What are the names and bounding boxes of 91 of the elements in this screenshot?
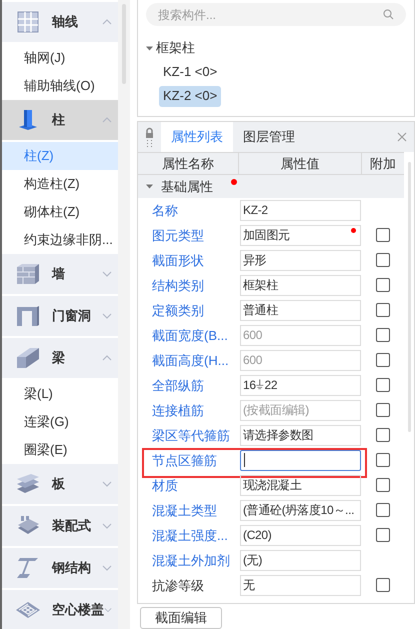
property-value-field[interactable]: (普通砼(坍落度10～... bbox=[240, 500, 361, 521]
steel-beam-icon bbox=[16, 557, 40, 579]
section-label: 轴线 bbox=[52, 13, 79, 32]
column-icon bbox=[17, 108, 39, 132]
property-value-field[interactable]: 加固图元 bbox=[240, 224, 361, 246]
property-value-field[interactable]: KZ-2 bbox=[240, 200, 361, 221]
property-name: 混凝土强度... bbox=[151, 526, 229, 545]
property-name: 截面高度(H... bbox=[151, 352, 230, 370]
door-frame-icon bbox=[16, 305, 40, 327]
checkbox[interactable] bbox=[376, 478, 390, 492]
search-field[interactable]: 搜索构件... bbox=[146, 3, 406, 26]
section-label: 空心楼盖 bbox=[52, 601, 104, 620]
property-name: 混凝土外加剂 bbox=[151, 552, 231, 570]
property-value-field[interactable]: 16⏚22 bbox=[240, 374, 361, 396]
checkbox[interactable] bbox=[376, 578, 390, 592]
property-value-field[interactable]: (C20) bbox=[240, 524, 361, 546]
tree-leaf[interactable]: KZ-2 <0> bbox=[159, 86, 222, 106]
sidebar-section-header[interactable]: 钢结构 bbox=[2, 548, 118, 588]
prefab-panel-icon bbox=[16, 515, 40, 537]
sidebar-section-header[interactable]: 柱 bbox=[2, 100, 118, 140]
checkbox[interactable] bbox=[376, 453, 390, 468]
sidebar-item[interactable]: 圈梁(E) bbox=[2, 436, 118, 464]
section-label: 墙 bbox=[52, 265, 66, 284]
caret-down-icon[interactable] bbox=[146, 44, 153, 52]
sidebar-item[interactable]: 构造柱(Z) bbox=[2, 170, 118, 198]
property-name: 混凝土类型 bbox=[151, 502, 218, 520]
brick-wall-icon bbox=[16, 263, 40, 285]
property-name: 梁区等代箍筋 bbox=[151, 426, 231, 445]
property-value-field[interactable]: 普通柱 bbox=[240, 300, 361, 321]
checkbox[interactable] bbox=[376, 228, 390, 242]
sidebar-section-header[interactable]: 装配式 bbox=[2, 506, 118, 546]
section-label: 柱 bbox=[52, 111, 66, 130]
property-value-field[interactable]: 异形 bbox=[240, 250, 361, 271]
property-name: 全部纵筋 bbox=[151, 376, 205, 395]
sidebar-item[interactable]: 辅助轴线(O) bbox=[2, 72, 118, 100]
sidebar-section-header[interactable]: 梁 bbox=[2, 338, 118, 378]
panel-tab[interactable]: 图层管理 bbox=[233, 122, 305, 152]
property-name: 截面形状 bbox=[151, 252, 205, 270]
slab-stack-icon bbox=[16, 473, 40, 495]
checkbox[interactable] bbox=[376, 503, 390, 518]
property-value-field[interactable]: 现浇混凝土 bbox=[240, 474, 361, 496]
property-name: 图元类型 bbox=[151, 226, 205, 245]
property-name: 定额类别 bbox=[151, 302, 205, 320]
sidebar-item[interactable]: 约束边缘非阴... bbox=[2, 226, 118, 254]
property-value-field[interactable]: 框架柱 bbox=[240, 274, 361, 296]
property-name: 结构类别 bbox=[151, 276, 205, 295]
sidebar-section-header[interactable]: 轴线 bbox=[2, 2, 118, 42]
property-value-field[interactable]: (无) bbox=[240, 550, 361, 571]
close-icon[interactable] bbox=[397, 132, 407, 142]
section-label: 门窗洞 bbox=[52, 307, 92, 326]
sidebar-item[interactable]: 砌体柱(Z) bbox=[2, 198, 118, 226]
section-label: 装配式 bbox=[52, 517, 92, 536]
column-header: 属性名称 bbox=[161, 154, 215, 173]
checkbox[interactable] bbox=[376, 253, 390, 268]
property-name: 节点区箍筋 bbox=[151, 452, 218, 470]
panel-tab[interactable]: 属性列表 bbox=[161, 122, 233, 152]
sidebar-item[interactable]: 梁(L) bbox=[2, 380, 118, 408]
sidebar-section-header[interactable]: 板 bbox=[2, 464, 118, 504]
property-name: 连接植筋 bbox=[151, 402, 205, 420]
checkbox[interactable] bbox=[376, 428, 390, 442]
caret-down-icon[interactable] bbox=[146, 182, 153, 190]
property-name: 截面宽度(B... bbox=[151, 326, 229, 345]
property-name: 抗渗等级 bbox=[151, 576, 205, 595]
section-edit-button[interactable]: 截面编辑 bbox=[140, 607, 222, 629]
search-icon[interactable] bbox=[383, 9, 394, 20]
sidebar-section-header[interactable]: 门窗洞 bbox=[2, 296, 118, 336]
column-header: 属性值 bbox=[238, 152, 362, 174]
checkbox[interactable] bbox=[376, 378, 390, 392]
property-name: 材质 bbox=[151, 476, 179, 495]
sidebar-item[interactable]: 连梁(G) bbox=[2, 408, 118, 436]
grid-slab-icon bbox=[15, 600, 41, 620]
grid-icon bbox=[17, 11, 39, 33]
sidebar-section-header[interactable]: 空心楼盖 bbox=[2, 590, 118, 629]
section-label: 钢结构 bbox=[52, 559, 92, 578]
property-name: 名称 bbox=[151, 202, 179, 220]
section-label: 梁 bbox=[52, 349, 66, 368]
sidebar-section-header[interactable]: 墙 bbox=[2, 254, 118, 294]
beam-icon bbox=[16, 347, 40, 369]
column-header: 附加 bbox=[369, 154, 397, 173]
group-row[interactable]: 基础属性 bbox=[138, 174, 404, 198]
property-value-field[interactable] bbox=[240, 450, 361, 471]
property-value-field[interactable]: 请选择参数图 bbox=[240, 424, 361, 446]
checkbox[interactable] bbox=[376, 528, 390, 542]
section-label: 板 bbox=[52, 475, 66, 494]
tree-leaf[interactable]: KZ-1 <0> bbox=[159, 62, 222, 82]
tree-node[interactable]: 框架柱 bbox=[146, 36, 406, 60]
lock-icon[interactable] bbox=[145, 126, 154, 147]
property-value-field[interactable]: 无 bbox=[240, 574, 361, 596]
sidebar-item[interactable]: 轴网(J) bbox=[2, 44, 118, 72]
checkbox[interactable] bbox=[376, 278, 390, 292]
checkbox[interactable] bbox=[376, 303, 390, 318]
